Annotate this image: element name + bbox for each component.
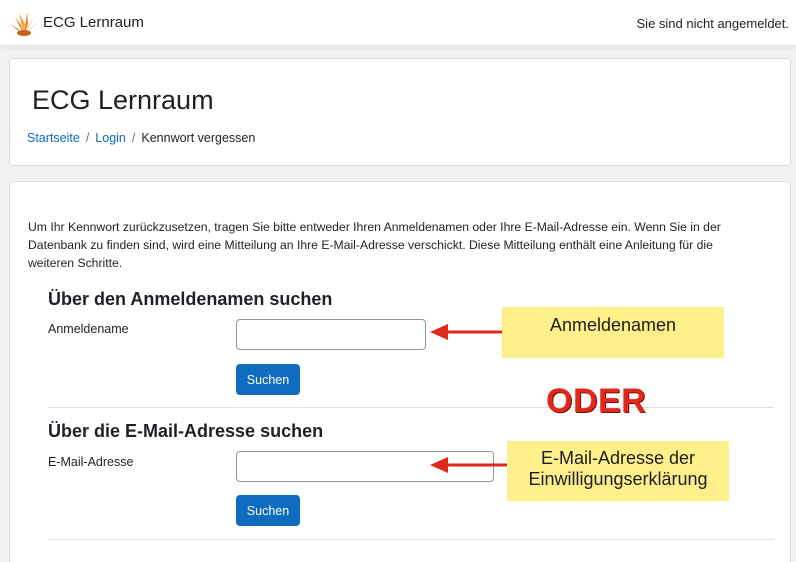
breadcrumb-separator: / (131, 131, 136, 145)
page-header: ECG Lernraum Startseite / Login / Kennwo… (9, 58, 791, 166)
email-section-title: Über die E-Mail-Adresse suchen (48, 421, 324, 441)
forgot-password-card: Um Ihr Kennwort zurückzusetzen, tragen S… (9, 181, 791, 562)
breadcrumb-current: Kennwort vergessen (141, 131, 256, 145)
email-label: E-Mail-Adresse (48, 455, 134, 469)
email-search-button[interactable]: Suchen (236, 495, 300, 526)
email-annotation-line2: Einwilligungserklärung (528, 469, 708, 489)
site-name-link[interactable]: ECG Lernraum (43, 14, 144, 31)
arrow-left-icon (430, 457, 508, 473)
username-annotation: Anmeldenamen (502, 307, 724, 358)
top-navbar: ECG Lernraum Sie sind nicht angemeldet. (0, 0, 796, 46)
arrow-left-icon (430, 324, 502, 340)
username-input[interactable] (236, 319, 426, 350)
username-search-button[interactable]: Suchen (236, 364, 300, 395)
instructions-text: Um Ihr Kennwort zurückzusetzen, tragen S… (28, 220, 721, 270)
section-divider (48, 539, 774, 540)
breadcrumb-login-link[interactable]: Login (95, 131, 126, 145)
username-section-title: Über den Anmeldenamen suchen (48, 289, 333, 309)
breadcrumb-separator: / (85, 131, 90, 145)
breadcrumb: Startseite / Login / Kennwort vergessen (27, 131, 255, 145)
username-annotation-text: Anmeldenamen (549, 315, 677, 335)
ecg-logo-icon[interactable] (9, 8, 39, 38)
or-annotation: ODER (546, 382, 647, 420)
page-title: ECG Lernraum (32, 85, 214, 115)
section-divider (48, 407, 774, 408)
username-label: Anmeldename (48, 322, 129, 336)
email-annotation-line1: E-Mail-Adresse der (540, 448, 696, 468)
email-annotation: E-Mail-Adresse der Einwilligungserklärun… (507, 441, 729, 501)
breadcrumb-home-link[interactable]: Startseite (27, 131, 80, 145)
login-status-text: Sie sind nicht angemeldet. (636, 16, 789, 31)
